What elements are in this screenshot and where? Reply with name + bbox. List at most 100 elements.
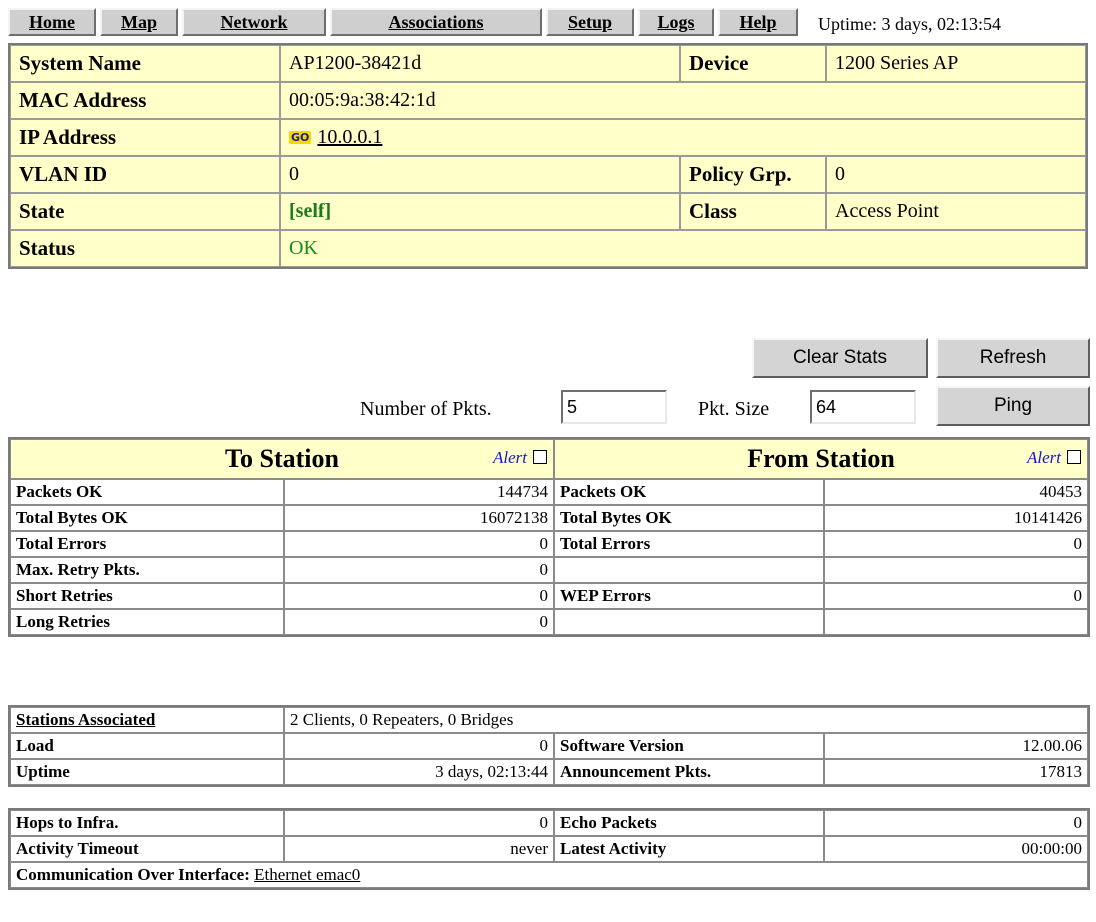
from-stat-label: Packets OK	[554, 479, 824, 505]
to-stat-value: 16072138	[284, 505, 554, 531]
system-name-value: AP1200-38421d	[280, 45, 680, 82]
load-label: Load	[10, 733, 284, 759]
from-stat-label: Total Errors	[554, 531, 824, 557]
go-icon[interactable]: GO	[289, 131, 312, 144]
device-label: Device	[680, 45, 826, 82]
to-stat-label: Long Retries	[10, 609, 284, 635]
device-info-table: System Name AP1200-38421d Device 1200 Se…	[8, 43, 1088, 269]
num-pkts-input[interactable]	[561, 390, 667, 424]
state-label: State	[10, 193, 280, 230]
to-alert-label: Alert	[493, 448, 527, 467]
echo-packets-value: 0	[824, 810, 1088, 836]
echo-packets-label: Echo Packets	[554, 810, 824, 836]
ping-button[interactable]: Ping	[936, 386, 1090, 426]
from-stat-label	[554, 609, 824, 635]
nav-network-button[interactable]: Network	[182, 8, 326, 36]
status-value: OK	[280, 230, 1086, 267]
table-row: Short Retries 0 WEP Errors 0	[10, 583, 1088, 609]
activity-timeout-value: never	[284, 836, 554, 862]
vlan-id-label: VLAN ID	[10, 156, 280, 193]
ip-address-label: IP Address	[10, 119, 280, 156]
table-row: Total Errors 0 Total Errors 0	[10, 531, 1088, 557]
station-stats-table: To Station Alert From Station Alert Pack…	[8, 437, 1090, 637]
from-stat-value: 0	[824, 531, 1088, 557]
from-alert-checkbox[interactable]	[1067, 450, 1081, 464]
latest-activity-label: Latest Activity	[554, 836, 824, 862]
system-name-label: System Name	[10, 45, 280, 82]
from-station-header: From Station Alert	[554, 439, 1088, 479]
state-value: [self]	[280, 193, 680, 230]
from-stat-value: 40453	[824, 479, 1088, 505]
ip-address-link[interactable]: 10.0.0.1	[317, 126, 382, 148]
clear-stats-button[interactable]: Clear Stats	[752, 338, 928, 378]
header-uptime: Uptime: 3 days, 02:13:54	[818, 14, 1001, 34]
from-stat-value: 0	[824, 583, 1088, 609]
policy-group-value: 0	[826, 156, 1086, 193]
num-pkts-label: Number of Pkts.	[360, 398, 492, 420]
nav-logs-button[interactable]: Logs	[638, 8, 714, 36]
from-stat-value: 10141426	[824, 505, 1088, 531]
to-alert-checkbox[interactable]	[533, 450, 547, 464]
announcement-pkts-value: 17813	[824, 759, 1088, 785]
stations-associated-link[interactable]: Stations Associated	[16, 710, 155, 729]
latest-activity-value: 00:00:00	[824, 836, 1088, 862]
from-stat-label	[554, 557, 824, 583]
to-stat-value: 0	[284, 609, 554, 635]
from-stat-value	[824, 557, 1088, 583]
activity-timeout-label: Activity Timeout	[10, 836, 284, 862]
status-label: Status	[10, 230, 280, 267]
communication-interface-link[interactable]: Ethernet emac0	[254, 865, 360, 884]
association-summary-table: Stations Associated 2 Clients, 0 Repeate…	[8, 705, 1090, 787]
to-station-alert: Alert	[493, 448, 547, 468]
communication-interface-label: Communication Over Interface:	[16, 865, 250, 884]
software-version-value: 12.00.06	[824, 733, 1088, 759]
table-row: Max. Retry Pkts. 0	[10, 557, 1088, 583]
nav-map-button[interactable]: Map	[100, 8, 178, 36]
nav-setup-button[interactable]: Setup	[546, 8, 634, 36]
stations-associated-cell: Stations Associated	[10, 707, 284, 733]
class-value: Access Point	[826, 193, 1086, 230]
ip-address-cell: GO 10.0.0.1	[280, 119, 1086, 156]
nav-home-button[interactable]: Home	[8, 8, 96, 36]
load-value: 0	[284, 733, 554, 759]
from-alert-label: Alert	[1027, 448, 1061, 467]
policy-group-label: Policy Grp.	[680, 156, 826, 193]
uptime-label: Uptime	[10, 759, 284, 785]
to-station-header: To Station Alert	[10, 439, 554, 479]
nav-help-button[interactable]: Help	[718, 8, 798, 36]
to-stat-label: Short Retries	[10, 583, 284, 609]
table-row: Total Bytes OK 16072138 Total Bytes OK 1…	[10, 505, 1088, 531]
to-stat-value: 0	[284, 531, 554, 557]
from-stat-label: WEP Errors	[554, 583, 824, 609]
from-stat-value	[824, 609, 1088, 635]
mac-address-label: MAC Address	[10, 82, 280, 119]
stations-associated-value: 2 Clients, 0 Repeaters, 0 Bridges	[284, 707, 1088, 733]
pkt-size-input[interactable]	[810, 390, 916, 424]
announcement-pkts-label: Announcement Pkts.	[554, 759, 824, 785]
table-row: Long Retries 0	[10, 609, 1088, 635]
hops-value: 0	[284, 810, 554, 836]
vlan-id-value: 0	[280, 156, 680, 193]
to-stat-label: Total Errors	[10, 531, 284, 557]
from-station-alert: Alert	[1027, 448, 1081, 468]
to-stat-label: Max. Retry Pkts.	[10, 557, 284, 583]
infrastructure-table: Hops to Infra. 0 Echo Packets 0 Activity…	[8, 808, 1090, 890]
nav-associations-button[interactable]: Associations	[330, 8, 542, 36]
class-label: Class	[680, 193, 826, 230]
hops-label: Hops to Infra.	[10, 810, 284, 836]
software-version-label: Software Version	[554, 733, 824, 759]
table-row: Packets OK 144734 Packets OK 40453	[10, 479, 1088, 505]
top-nav: Home Map Network Associations Setup Logs…	[8, 8, 798, 36]
to-stat-label: Total Bytes OK	[10, 505, 284, 531]
communication-interface-cell: Communication Over Interface: Ethernet e…	[10, 862, 1088, 888]
device-value: 1200 Series AP	[826, 45, 1086, 82]
to-stat-value: 0	[284, 557, 554, 583]
refresh-button[interactable]: Refresh	[936, 338, 1090, 378]
from-station-title: From Station	[747, 444, 895, 473]
from-stat-label: Total Bytes OK	[554, 505, 824, 531]
to-stat-label: Packets OK	[10, 479, 284, 505]
to-stat-value: 0	[284, 583, 554, 609]
pkt-size-label: Pkt. Size	[698, 398, 770, 420]
mac-address-value: 00:05:9a:38:42:1d	[280, 82, 1086, 119]
uptime-value: 3 days, 02:13:44	[284, 759, 554, 785]
